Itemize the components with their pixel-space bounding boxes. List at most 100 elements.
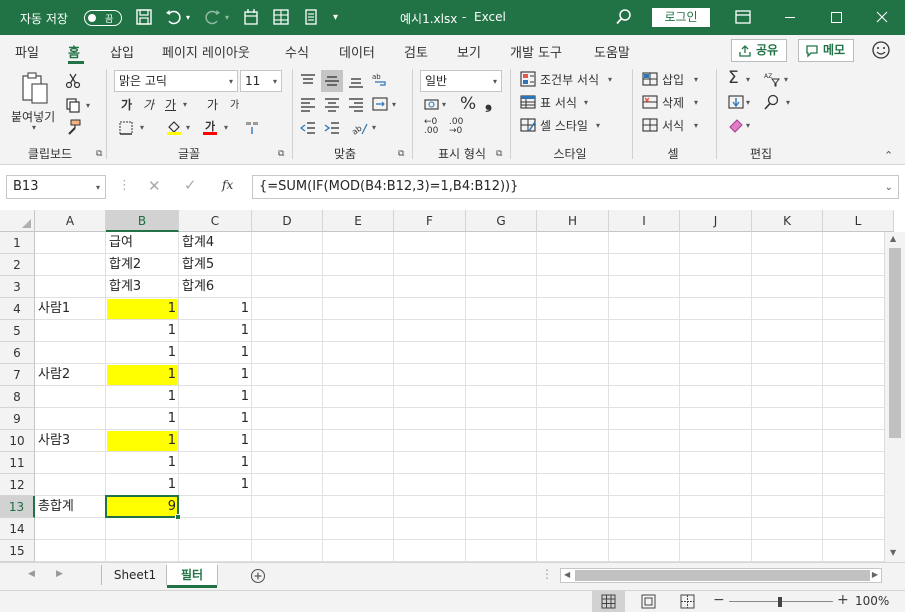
cell-c4[interactable]: 1 — [179, 298, 252, 320]
underline-button[interactable]: 가 — [165, 96, 176, 113]
new-sheet-icon[interactable] — [242, 8, 260, 26]
row-header[interactable]: 5 — [0, 320, 35, 342]
undo-icon[interactable] — [165, 8, 183, 26]
customize-toolbar-icon[interactable]: ▾ — [333, 12, 338, 23]
table-icon[interactable] — [272, 8, 290, 26]
cell-c7[interactable]: 1 — [179, 364, 252, 386]
undo-dropdown-icon[interactable]: ▾ — [186, 13, 190, 22]
row-header[interactable]: 7 — [0, 364, 35, 386]
bold-button[interactable]: 가 — [121, 96, 132, 113]
column-header[interactable]: I — [609, 210, 680, 232]
font-color-dropdown-icon[interactable]: ▾ — [224, 123, 228, 132]
orientation-dropdown-icon[interactable]: ▾ — [372, 123, 376, 132]
formula-input[interactable]: {=SUM(IF(MOD(B4:B12,3)=1,B4:B12))} ⌄ — [252, 175, 899, 199]
cell-styles-dropdown-icon[interactable]: ▾ — [596, 121, 600, 130]
cell-b4[interactable]: 1 — [106, 298, 179, 320]
insert-function-button[interactable]: fx — [222, 178, 233, 192]
format-cells-icon[interactable] — [642, 117, 658, 133]
tab-developer[interactable]: 개발 도구 — [510, 42, 562, 61]
font-shrink-button[interactable]: 가 — [230, 96, 239, 111]
cell-b2[interactable]: 합계2 — [106, 254, 179, 276]
cell-c12[interactable]: 1 — [179, 474, 252, 496]
column-header[interactable]: K — [752, 210, 823, 232]
vertical-scroll-thumb[interactable] — [889, 248, 901, 438]
delete-cells-dropdown-icon[interactable]: ▾ — [694, 98, 698, 107]
enter-icon[interactable]: ✓ — [184, 176, 197, 194]
autosum-icon[interactable]: Σ — [728, 68, 739, 88]
row-header[interactable]: 3 — [0, 276, 35, 298]
clear-eraser-icon[interactable] — [728, 117, 744, 133]
cell-c10[interactable]: 1 — [179, 430, 252, 452]
sheet-tab-sheet1[interactable]: Sheet1 — [104, 563, 166, 588]
row-header[interactable]: 4 — [0, 298, 35, 320]
font-name-select[interactable]: 맑은 고딕 ▾ — [114, 70, 238, 92]
cell-a13[interactable]: 총합계 — [35, 496, 106, 518]
row-header[interactable]: 15 — [0, 540, 35, 562]
underline-dropdown-icon[interactable]: ▾ — [183, 100, 187, 109]
maximize-button[interactable] — [813, 0, 859, 35]
decrease-indent-icon[interactable] — [300, 120, 316, 136]
format-table-dropdown-icon[interactable]: ▾ — [584, 98, 588, 107]
share-button[interactable]: 공유 — [731, 39, 788, 62]
scroll-up-icon[interactable]: ▲ — [890, 234, 896, 243]
row-header[interactable]: 9 — [0, 408, 35, 430]
column-header[interactable]: E — [323, 210, 394, 232]
delete-cells-icon[interactable] — [642, 94, 658, 110]
column-header[interactable]: F — [394, 210, 466, 232]
conditional-format-icon[interactable] — [520, 71, 536, 87]
cell-b1[interactable]: 급여 — [106, 232, 179, 254]
zoom-in-icon[interactable]: + — [837, 592, 849, 608]
conditional-format-dropdown-icon[interactable]: ▾ — [608, 75, 612, 84]
fill-dropdown-icon[interactable]: ▾ — [746, 98, 750, 107]
row-header[interactable]: 2 — [0, 254, 35, 276]
cell-c11[interactable]: 1 — [179, 452, 252, 474]
copy-dropdown-icon[interactable]: ▾ — [86, 101, 90, 110]
cell-c3[interactable]: 합계6 — [179, 276, 252, 298]
increase-decimal-icon[interactable]: ←0.00 — [424, 118, 438, 136]
row-header[interactable]: 12 — [0, 474, 35, 496]
cell-b3[interactable]: 합계3 — [106, 276, 179, 298]
column-header[interactable]: A — [35, 210, 106, 232]
horizontal-scroll-thumb[interactable] — [575, 570, 870, 581]
tab-formulas[interactable]: 수식 — [285, 42, 309, 61]
name-box[interactable]: B13 ▾ — [6, 175, 106, 199]
autosave-toggle[interactable]: 끔 — [84, 10, 122, 26]
cell-b11[interactable]: 1 — [106, 452, 179, 474]
italic-button[interactable]: 가 — [143, 96, 154, 113]
scroll-right-icon[interactable]: ▶ — [872, 570, 878, 579]
delete-cells-label[interactable]: 삭제 — [662, 94, 684, 111]
tab-file[interactable]: 파일 — [15, 42, 39, 61]
row-header[interactable]: 14 — [0, 518, 35, 540]
collapse-ribbon-icon[interactable]: ⌃ — [884, 149, 893, 162]
align-left-icon[interactable] — [300, 96, 316, 112]
select-all-corner[interactable] — [0, 210, 35, 232]
merge-center-icon[interactable] — [372, 96, 388, 112]
align-middle-icon[interactable] — [324, 73, 340, 89]
zoom-out-icon[interactable]: − — [713, 592, 725, 608]
insert-cells-label[interactable]: 삽입 — [662, 71, 684, 88]
font-color-icon[interactable]: 가 — [202, 119, 218, 135]
row-header[interactable]: 8 — [0, 386, 35, 408]
font-size-select[interactable]: 11 ▾ — [240, 70, 282, 92]
cell-c6[interactable]: 1 — [179, 342, 252, 364]
align-launcher-icon[interactable]: ⧉ — [398, 149, 404, 159]
align-top-icon[interactable] — [300, 73, 316, 89]
cell-c5[interactable]: 1 — [179, 320, 252, 342]
fill-color-icon[interactable] — [166, 119, 182, 135]
conditional-format-label[interactable]: 조건부 서식 — [540, 71, 599, 88]
cell-styles-label[interactable]: 셀 스타일 — [540, 117, 588, 134]
add-sheet-icon[interactable] — [250, 568, 266, 584]
paste-icon[interactable] — [20, 71, 50, 107]
format-painter-icon[interactable] — [65, 119, 81, 135]
save-icon[interactable] — [135, 8, 153, 26]
close-button[interactable] — [859, 0, 905, 35]
comma-style-icon[interactable]: ❟ — [485, 92, 492, 113]
minimize-button[interactable] — [767, 0, 813, 35]
row-header[interactable]: 1 — [0, 232, 35, 254]
format-table-icon[interactable] — [520, 94, 536, 110]
cell-b10[interactable]: 1 — [106, 430, 179, 452]
increase-indent-icon[interactable] — [324, 120, 340, 136]
phonetic-icon[interactable] — [244, 119, 260, 135]
format-cells-label[interactable]: 서식 — [662, 117, 684, 134]
tab-data[interactable]: 데이터 — [339, 42, 375, 61]
